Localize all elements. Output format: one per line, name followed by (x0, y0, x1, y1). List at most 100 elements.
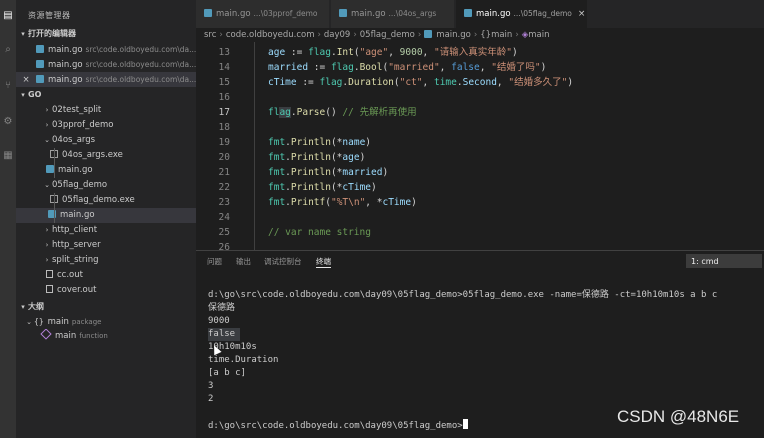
explorer-sidebar: 资源管理器 ▾ 打开的编辑器 main.go src\code.oldboyedu.… (16, 0, 196, 438)
code-line: fmt.Println(*married) (268, 167, 389, 178)
file-label: 04os_args.exe (62, 150, 123, 160)
tab-label: main.go (476, 9, 511, 19)
editor-tab-bar: main.go ...\03pprof_demo main.go ...\04os_… (196, 0, 764, 28)
folder-label: 05flag_demo (52, 180, 108, 190)
function-icon (40, 329, 52, 340)
chevron-down-icon: ▾ (21, 91, 25, 99)
namespace-icon: {} (34, 317, 44, 326)
tab-terminal[interactable]: 终端 (316, 256, 331, 268)
code-line: cTime := flag.Duration("ct", time.Second… (268, 77, 574, 88)
folder-item[interactable]: › http_client (16, 223, 196, 238)
breadcrumb: src › code.oldboyedu.com › day09 › 05flag_demo… (196, 28, 764, 42)
indent-guide (254, 42, 255, 250)
open-editor-item[interactable]: main.go src\code.oldboyedu.com\da... (16, 42, 196, 57)
code-line: fmt.Println(*age) (268, 152, 366, 163)
line-number: 20 (218, 152, 230, 163)
breadcrumb-item[interactable]: 05flag_demo (360, 30, 415, 40)
debug-icon[interactable]: ⚙ (2, 116, 14, 128)
file-item[interactable]: 04os_args.exe (16, 148, 196, 163)
indent-guide (54, 148, 55, 178)
outline-item[interactable]: main function (16, 329, 196, 344)
project-label: GO (28, 90, 42, 99)
terminal-line: 3 (208, 381, 214, 391)
file-item[interactable]: main.go (16, 163, 196, 178)
go-file-icon (36, 45, 44, 53)
breadcrumb-item[interactable]: main.go (436, 30, 471, 40)
close-icon[interactable]: × (578, 0, 586, 28)
code-line: married := flag.Bool("married", false, "… (268, 62, 547, 73)
open-editor-name: main.go (48, 75, 83, 85)
folder-item[interactable]: ⌄ 05flag_demo (16, 178, 196, 193)
terminal-line: 2 (208, 394, 214, 404)
folder-item[interactable]: › split_string (16, 253, 196, 268)
open-editors-header[interactable]: ▾ 打开的编辑器 (16, 26, 196, 41)
chevron-right-icon: › (45, 256, 49, 264)
breadcrumb-item[interactable]: main (528, 30, 549, 40)
folder-item[interactable]: › 02test_split (16, 103, 196, 118)
file-item[interactable]: cc.out (16, 268, 196, 283)
outline-header[interactable]: ▾ 大纲 (16, 299, 196, 314)
file-icon (46, 285, 53, 293)
project-header[interactable]: ▾ GO (16, 87, 196, 102)
go-file-icon (36, 60, 44, 68)
explorer-icon[interactable]: ▤ (2, 10, 14, 22)
tab-path: ...\05flag_demo (513, 9, 572, 18)
file-item[interactable]: cover.out (16, 283, 196, 298)
folder-label: http_client (52, 225, 98, 235)
breadcrumb-item[interactable]: code.oldboyedu.com (226, 30, 315, 40)
file-label: main.go (60, 210, 95, 220)
folder-item[interactable]: › http_server (16, 238, 196, 253)
breadcrumb-item[interactable]: src (204, 30, 216, 40)
open-editor-item[interactable]: main.go src\code.oldboyedu.com\da... (16, 57, 196, 72)
source-control-icon[interactable]: ⑂ (2, 80, 14, 92)
code-editor[interactable]: 13 age := flag.Int("age", 9000, "请输入真实年龄… (196, 42, 764, 250)
line-number: 18 (218, 122, 230, 133)
go-file-icon (424, 30, 433, 38)
line-number: 13 (218, 47, 230, 58)
chevron-down-icon: ▾ (21, 303, 25, 311)
close-icon[interactable]: × (16, 73, 36, 87)
file-item-selected[interactable]: main.go (16, 208, 196, 223)
folder-label: 04os_args (52, 135, 96, 145)
terminal-select[interactable]: 1: cmd (686, 254, 762, 268)
chevron-right-icon: › (45, 226, 49, 234)
terminal-line: 9000 (208, 316, 230, 326)
tab-main-go-03pprof[interactable]: main.go ...\03pprof_demo (196, 0, 330, 28)
line-number: 19 (218, 137, 230, 148)
line-number: 23 (218, 197, 230, 208)
breadcrumb-item[interactable]: day09 (324, 30, 350, 40)
tab-debug-console[interactable]: 调试控制台 (264, 256, 302, 268)
terminal-line-selected: false (208, 328, 240, 341)
open-editor-name: main.go (48, 60, 83, 70)
explorer-title: 资源管理器 (28, 11, 71, 20)
activity-bar: ▤ ⌕ ⑂ ⚙ ▦ (0, 0, 16, 438)
outline-kind: function (79, 332, 108, 340)
open-editor-item-active[interactable]: × main.go src\code.oldboyedu.com\da... (16, 72, 196, 87)
code-line: flag.Parse() // 先解析再使用 (268, 107, 417, 118)
file-label: cc.out (57, 270, 83, 280)
tab-output[interactable]: 输出 (236, 256, 251, 268)
folder-label: 02test_split (52, 105, 102, 115)
breadcrumb-item[interactable]: {}main (480, 30, 512, 40)
go-file-icon (46, 165, 54, 173)
folder-item[interactable]: › 03pprof_demo (16, 118, 196, 133)
watermark: CSDN @48N6E (617, 407, 740, 426)
tab-main-go-04os-args[interactable]: main.go ...\04os_args (331, 0, 455, 28)
terminal-line: d:\go\src\code.oldboyedu.com\day09\05fla… (208, 290, 718, 300)
file-label: 05flag_demo.exe (62, 195, 135, 205)
line-number: 21 (218, 167, 230, 178)
chevron-down-icon: ⌄ (26, 318, 32, 326)
tab-label: main.go (351, 9, 386, 19)
terminal-prompt-line[interactable]: d:\go\src\code.oldboyedu.com\day09\05fla… (208, 419, 468, 432)
code-line: fmt.Println(*cTime) (268, 182, 377, 193)
search-icon[interactable]: ⌕ (2, 44, 14, 56)
folder-item[interactable]: ⌄ 04os_args (16, 133, 196, 148)
tab-main-go-05flag-demo[interactable]: main.go ...\05flag_demo × (456, 0, 588, 28)
tab-problems[interactable]: 问题 (207, 256, 222, 268)
file-item[interactable]: 05flag_demo.exe (16, 193, 196, 208)
outline-label: 大纲 (28, 302, 44, 311)
extensions-icon[interactable]: ▦ (2, 150, 14, 162)
line-number: 14 (218, 62, 230, 73)
outline-kind: package (71, 318, 102, 326)
outline-item[interactable]: ⌄{} main package (16, 314, 196, 329)
